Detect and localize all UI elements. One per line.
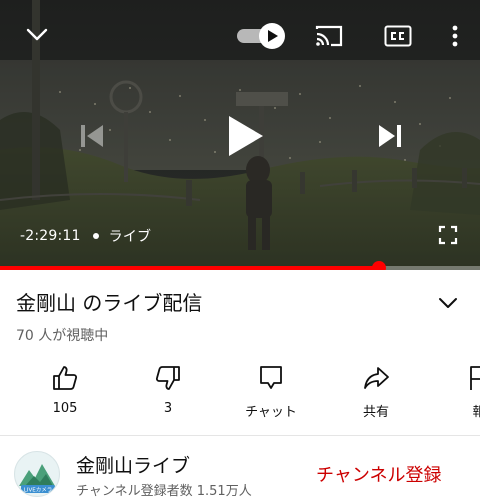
report-label: 報	[472, 405, 480, 420]
chevron-down-icon[interactable]	[22, 20, 52, 50]
share-button[interactable]: 共有	[331, 360, 421, 422]
action-bar: 105 3 チャット 共有 報	[0, 360, 480, 422]
progress-bar[interactable]	[0, 261, 480, 270]
avatar-text: LIVEカメラ	[24, 487, 52, 494]
viewer-count: 70 人が視聴中	[16, 328, 109, 344]
progress-fill	[0, 266, 380, 270]
thumbs-up-icon	[53, 366, 78, 390]
report-flag-icon	[470, 366, 480, 390]
report-button[interactable]: 報	[434, 360, 480, 422]
live-label[interactable]: ライブ	[109, 226, 152, 246]
like-button[interactable]: 105	[20, 360, 110, 422]
video-title[interactable]: 金剛山 のライブ配信	[16, 287, 202, 316]
live-time-readout: -2:29:11 ライブ	[20, 226, 151, 246]
skip-previous-icon[interactable]	[72, 116, 112, 156]
autoplay-toggle-icon[interactable]	[236, 22, 288, 50]
live-dot-icon	[92, 233, 99, 239]
chevron-down-icon[interactable]	[436, 292, 460, 314]
dislike-count: 3	[163, 401, 173, 416]
fullscreen-icon[interactable]	[434, 222, 462, 248]
progress-scrubber[interactable]	[372, 261, 387, 270]
closed-captions-icon[interactable]	[382, 22, 414, 50]
share-label: 共有	[362, 405, 389, 420]
channel-name[interactable]: 金剛山ライブ	[76, 451, 190, 478]
channel-avatar[interactable]: LIVEカメラ	[14, 451, 60, 497]
chat-icon	[260, 366, 282, 389]
like-count: 105	[52, 401, 78, 416]
play-icon[interactable]	[218, 108, 272, 164]
divider	[0, 435, 480, 436]
share-icon	[364, 367, 389, 389]
time-remaining: -2:29:11	[20, 228, 81, 244]
skip-next-icon[interactable]	[370, 116, 410, 156]
chat-label: チャット	[245, 405, 297, 420]
subscribe-button[interactable]: チャンネル登録	[316, 461, 441, 487]
cast-icon[interactable]	[312, 21, 346, 51]
dislike-button[interactable]: 3	[123, 360, 213, 422]
more-vert-icon[interactable]	[440, 20, 470, 52]
subscriber-count: チャンネル登録者数 1.51万人	[76, 484, 252, 499]
video-player[interactable]: -2:29:11 ライブ	[0, 0, 480, 270]
thumbs-down-icon	[155, 366, 180, 390]
chat-button[interactable]: チャット	[226, 360, 316, 422]
